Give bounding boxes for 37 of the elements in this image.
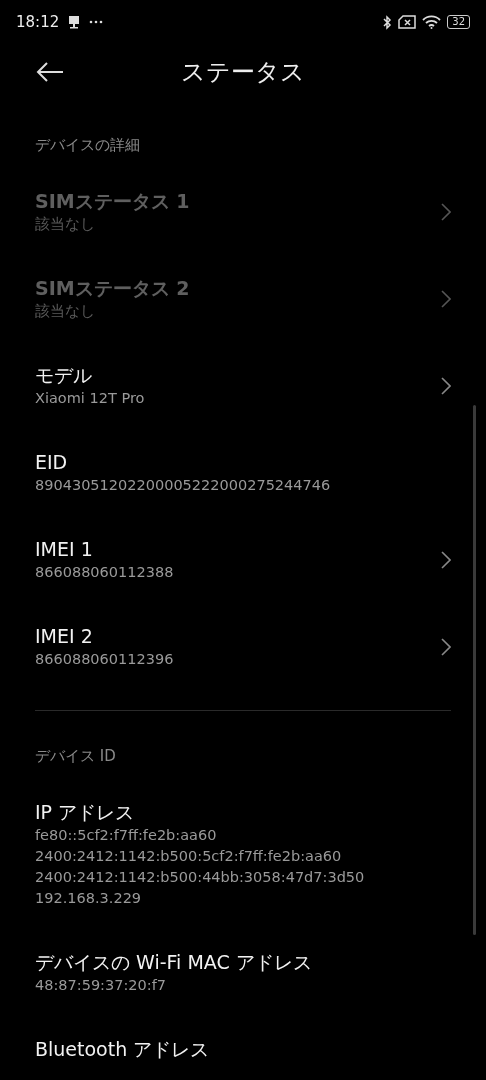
row-value: 2400:2412:1142:b500:5cf2:f7ff:fe2b:aa60 — [35, 847, 343, 866]
battery-level: 32 — [447, 15, 470, 29]
row-title: SIMステータス 2 — [35, 276, 191, 301]
status-time: 18:12 — [16, 13, 60, 31]
wifi-icon — [422, 15, 442, 29]
settings-row[interactable]: Bluetooth アドレス — [0, 1016, 486, 1080]
row-title: EID — [35, 450, 69, 475]
row-value: 該当なし — [35, 215, 96, 234]
row-value: 48:87:59:37:20:f7 — [35, 976, 167, 995]
settings-row[interactable]: EID 89043051202200005222000275244746 — [0, 429, 486, 516]
page-title: ステータス — [181, 57, 305, 88]
row-value: 89043051202200005222000275244746 — [35, 476, 332, 495]
row-value: 2400:2412:1142:b500:44bb:3058:47d7:3d50 — [35, 868, 366, 887]
row-title: IP アドレス — [35, 800, 136, 825]
row-title: モデル — [35, 363, 93, 388]
more-icon — [89, 20, 104, 24]
row-value: 192.168.3.229 — [35, 889, 143, 908]
settings-row[interactable]: モデル Xiaomi 12T Pro — [0, 342, 486, 429]
settings-row[interactable]: IP アドレス fe80::5cf2:f7ff:fe2b:aa60 2400:2412:1142:b500:5cf2:f7ff:fe2b:aa60 2400:2412:1142:b500:44bb:3058:47d7:3d50 192.168.3.229 — [0, 779, 486, 929]
notification-icon — [67, 15, 82, 29]
row-title: IMEI 1 — [35, 537, 94, 562]
settings-row[interactable]: IMEI 2 866088060112396 — [0, 603, 486, 690]
row-title: Bluetooth アドレス — [35, 1037, 211, 1062]
row-title: SIMステータス 1 — [35, 189, 191, 214]
bluetooth-icon — [382, 14, 393, 30]
row-value: 866088060112396 — [35, 650, 175, 669]
settings-row[interactable]: IMEI 1 866088060112388 — [0, 516, 486, 603]
section-header: デバイス ID — [34, 746, 117, 767]
sim-error-icon — [398, 15, 417, 29]
row-value: Xiaomi 12T Pro — [35, 389, 146, 408]
row-value: 866088060112388 — [35, 563, 175, 582]
row-value: 該当なし — [35, 302, 96, 321]
row-title: IMEI 2 — [35, 624, 94, 649]
section-header: デバイスの詳細 — [34, 135, 141, 156]
settings-row[interactable]: デバイスの Wi-Fi MAC アドレス 48:87:59:37:20:f7 — [0, 929, 486, 1016]
row-title: デバイスの Wi-Fi MAC アドレス — [35, 950, 313, 975]
row-value: fe80::5cf2:f7ff:fe2b:aa60 — [35, 826, 218, 845]
